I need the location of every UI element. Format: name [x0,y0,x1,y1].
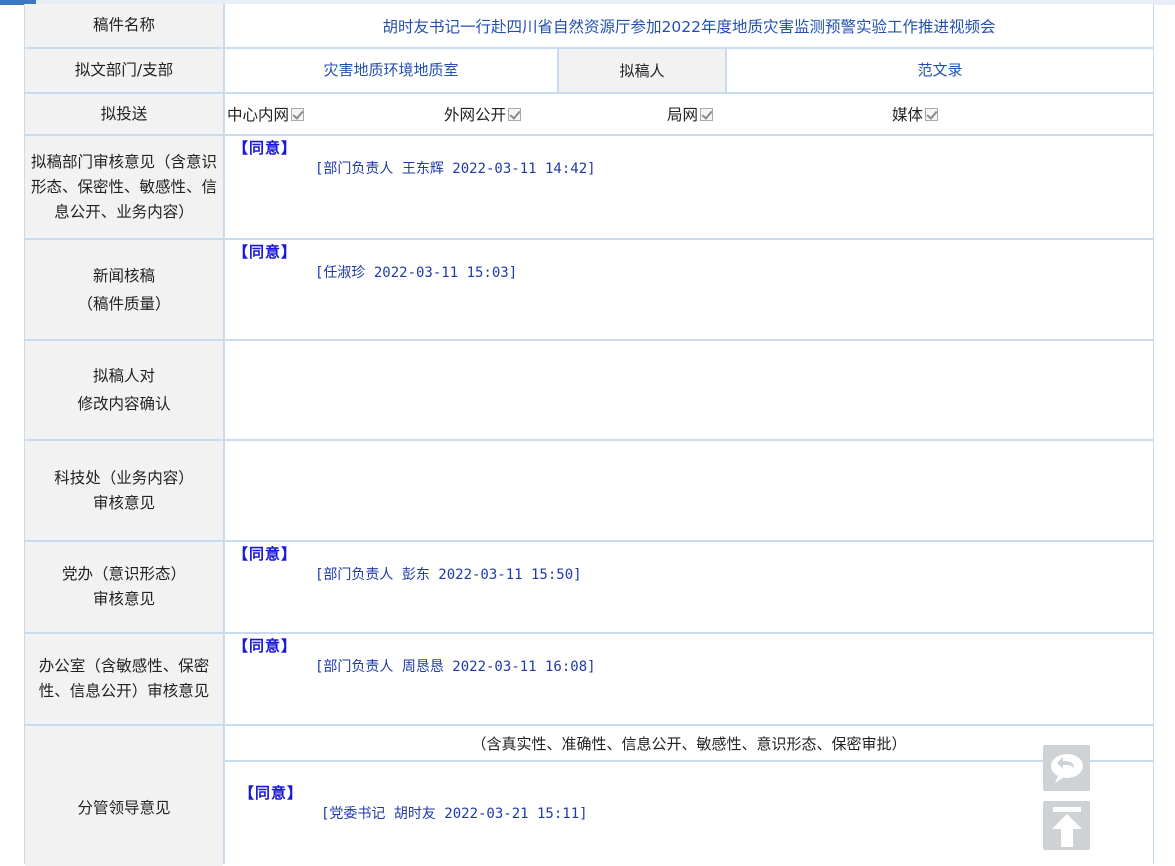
opinion-agree: 【同意】 [233,637,298,655]
leader-opinion-value: 【同意】 [党委书记 胡时友 2022-03-21 15:11] [225,762,1153,866]
option-media[interactable]: 媒体 [892,94,939,134]
label-line: 审核意见 [92,590,155,608]
drafter-label: 拟稿人 [559,49,725,92]
label-line: 科技处（业务内容） [54,468,194,487]
option-label: 媒体 [892,106,924,124]
tech-review-value [225,441,1153,540]
label-line: 审核意见 [92,493,155,512]
row-leader-opinion: 分管领导意见 （含真实性、准确性、信息公开、敏感性、意识形态、保密审批） 【同意… [25,726,1153,866]
option-public-web[interactable]: 外网公开 [444,94,522,134]
checkbox-checked-icon[interactable] [700,107,714,121]
dept-review-label: 拟稿部门审核意见（含意识形态、保密性、敏感性、信息公开、业务内容） [25,136,223,238]
leader-note: （含真实性、准确性、信息公开、敏感性、意识形态、保密审批） [225,726,1153,760]
opinion-agree: 【同意】 [233,545,298,563]
send-to-options: 中心内网 外网公开 局网 媒体 [225,94,1153,134]
manuscript-name-label: 稿件名称 [25,4,223,47]
back-to-top-button[interactable] [1043,801,1090,850]
row-office-review: 办公室（含敏感性、保密性、信息公开）审核意见 【同意】 [部门负责人 周恳恳 2… [25,634,1153,724]
label-line: 修改内容确认 [77,395,171,413]
leader-opinion-label: 分管领导意见 [25,726,223,866]
office-review-label: 办公室（含敏感性、保密性、信息公开）审核意见 [25,634,223,724]
signature: [党委书记 胡时友 2022-03-21 15:11] [321,806,588,822]
office-review-value: 【同意】 [部门负责人 周恳恳 2022-03-11 16:08] [225,634,1153,724]
label-line: （稿件质量） [77,294,171,313]
dept-review-value: 【同意】 [部门负责人 王东辉 2022-03-11 14:42] [225,136,1153,238]
checkbox-checked-icon[interactable] [291,107,305,121]
opinion-agree: 【同意】 [239,784,304,802]
signature: [任淑珍 2022-03-11 15:03] [315,265,518,281]
party-review-value: 【同意】 [部门负责人 彭东 2022-03-11 15:50] [225,542,1153,632]
party-review-label: 党办（意识形态） 审核意见 [25,542,223,632]
opinion-agree: 【同意】 [233,243,298,261]
drafter-value: 范文录 [727,49,1153,92]
news-review-label: 新闻核稿 （稿件质量） [25,240,223,339]
option-bureau-net[interactable]: 局网 [667,94,714,134]
option-center-intranet[interactable]: 中心内网 [227,94,305,134]
approval-form: 稿件名称 胡时友书记一行赴四川省自然资源厅参加2022年度地质灾害监测预警实验工… [24,4,1154,866]
drafter-confirm-label: 拟稿人对 修改内容确认 [25,341,223,439]
draft-dept-label: 拟文部门/支部 [25,49,223,92]
signature: [部门负责人 周恳恳 2022-03-11 16:08] [315,659,596,675]
row-draft-dept: 拟文部门/支部 灾害地质环境地质室 拟稿人 范文录 [25,49,1153,92]
label-line: 拟稿人对 [92,367,155,385]
row-send-to: 拟投送 中心内网 外网公开 局网 媒体 [25,94,1153,134]
manuscript-name-value: 胡时友书记一行赴四川省自然资源厅参加2022年度地质灾害监测预警实验工作推进视频… [225,4,1153,47]
back-to-top-icon [1051,807,1082,847]
label-line: 党办（意识形态） [61,565,186,583]
row-manuscript-name: 稿件名称 胡时友书记一行赴四川省自然资源厅参加2022年度地质灾害监测预警实验工… [25,4,1153,47]
comment-reply-icon [1050,754,1083,783]
checkbox-checked-icon[interactable] [508,107,522,121]
row-news-review: 新闻核稿 （稿件质量） 【同意】 [任淑珍 2022-03-11 15:03] [25,240,1153,339]
signature: [部门负责人 彭东 2022-03-11 15:50] [315,567,582,583]
row-tech-review: 科技处（业务内容） 审核意见 [25,441,1153,540]
drafter-confirm-value [225,341,1153,439]
option-label: 中心内网 [227,106,290,124]
option-label: 外网公开 [444,106,507,124]
row-party-review: 党办（意识形态） 审核意见 【同意】 [部门负责人 彭东 2022-03-11 … [25,542,1153,632]
label-line: 新闻核稿 [92,266,155,285]
comment-button[interactable] [1043,745,1090,791]
opinion-agree: 【同意】 [233,139,298,157]
row-dept-review: 拟稿部门审核意见（含意识形态、保密性、敏感性、信息公开、业务内容） 【同意】 [… [25,136,1153,238]
news-review-value: 【同意】 [任淑珍 2022-03-11 15:03] [225,240,1153,339]
option-label: 局网 [667,106,699,124]
label-text: 分管领导意见 [77,799,171,817]
tech-review-label: 科技处（业务内容） 审核意见 [25,441,223,540]
signature: [部门负责人 王东辉 2022-03-11 14:42] [315,161,596,177]
draft-dept-value: 灾害地质环境地质室 [225,49,557,92]
checkbox-checked-icon[interactable] [925,107,939,121]
send-to-label: 拟投送 [25,94,223,134]
row-drafter-confirm: 拟稿人对 修改内容确认 [25,341,1153,439]
